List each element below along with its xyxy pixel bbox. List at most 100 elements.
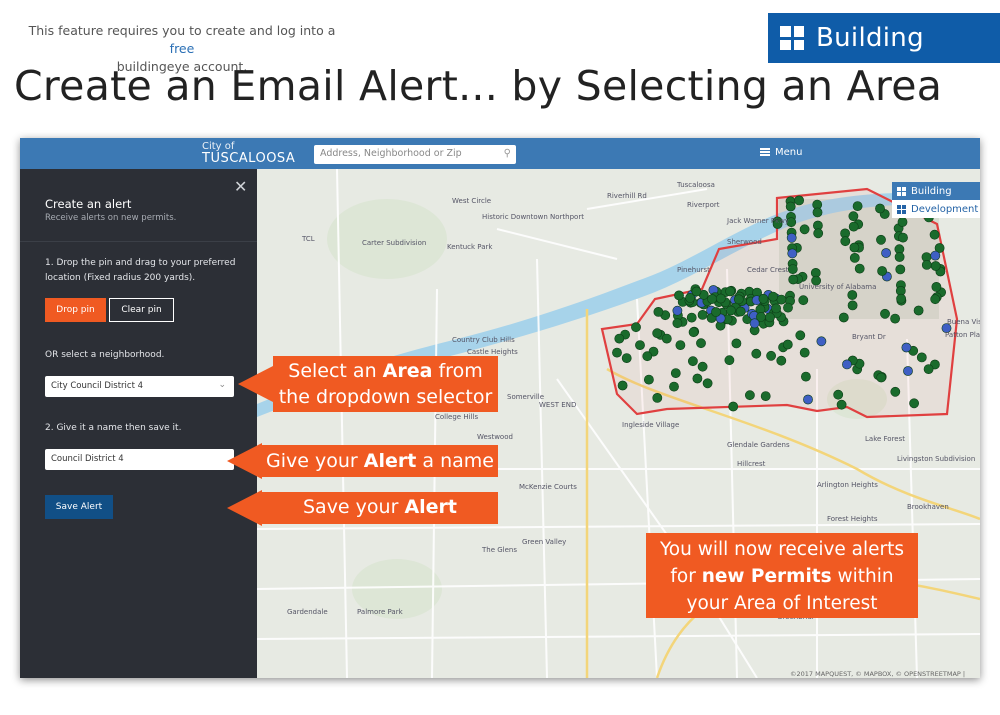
permit-marker[interactable] — [691, 286, 702, 297]
permit-marker[interactable] — [672, 305, 683, 316]
permit-marker[interactable] — [725, 305, 736, 316]
permit-marker[interactable] — [803, 394, 813, 405]
neighborhood-select[interactable]: City Council District 4 ⌄ — [45, 376, 234, 397]
permit-marker[interactable] — [768, 291, 778, 302]
free-link[interactable]: free — [170, 41, 195, 56]
permit-marker[interactable] — [686, 312, 697, 323]
permit-marker[interactable] — [838, 312, 849, 323]
permit-marker[interactable] — [687, 356, 698, 367]
permit-marker[interactable] — [881, 248, 891, 258]
permit-marker[interactable] — [840, 236, 851, 247]
permit-marker[interactable] — [765, 312, 775, 323]
permit-marker[interactable] — [896, 293, 906, 304]
permit-marker[interactable] — [801, 371, 811, 382]
save-alert-button[interactable]: Save Alert — [45, 495, 113, 519]
permit-marker[interactable] — [776, 294, 787, 305]
permit-marker[interactable] — [696, 338, 706, 349]
permit-marker[interactable] — [669, 381, 679, 392]
permit-marker[interactable] — [852, 201, 863, 211]
permit-marker[interactable] — [876, 234, 886, 245]
permit-marker[interactable] — [702, 378, 713, 389]
permit-marker[interactable] — [812, 207, 823, 218]
permit-marker[interactable] — [733, 294, 744, 305]
permit-marker[interactable] — [903, 366, 913, 376]
close-icon[interactable]: ✕ — [234, 177, 247, 196]
permit-marker[interactable] — [929, 229, 940, 240]
permit-marker[interactable] — [921, 260, 932, 270]
permit-marker[interactable] — [909, 398, 919, 409]
permit-marker[interactable] — [848, 221, 859, 232]
permit-marker[interactable] — [725, 286, 735, 297]
permit-marker[interactable] — [848, 211, 859, 222]
permit-marker[interactable] — [642, 351, 653, 362]
permit-marker[interactable] — [816, 336, 827, 347]
city-logo[interactable]: City of TUSCALOOSA — [202, 141, 295, 165]
permit-marker[interactable] — [849, 242, 860, 253]
permit-marker[interactable] — [923, 364, 934, 374]
permit-marker[interactable] — [930, 294, 941, 305]
permit-marker[interactable] — [617, 380, 628, 391]
permit-marker[interactable] — [724, 355, 735, 366]
permit-marker[interactable] — [847, 290, 858, 300]
permit-marker[interactable] — [782, 339, 793, 350]
permit-marker[interactable] — [771, 303, 781, 314]
permit-marker[interactable] — [744, 390, 755, 401]
permit-marker[interactable] — [916, 352, 927, 363]
permit-marker[interactable] — [788, 274, 799, 285]
permit-marker[interactable] — [901, 342, 912, 353]
permit-marker[interactable] — [847, 300, 858, 311]
permit-marker[interactable] — [930, 250, 941, 261]
menu-button[interactable]: Menu — [760, 147, 802, 158]
permit-marker[interactable] — [833, 389, 844, 400]
permit-marker[interactable] — [707, 294, 717, 304]
permit-marker[interactable] — [799, 224, 810, 235]
permit-marker[interactable] — [854, 263, 865, 274]
permit-marker[interactable] — [798, 295, 809, 306]
permit-marker[interactable] — [697, 309, 708, 320]
permit-marker[interactable] — [652, 392, 663, 403]
permit-marker[interactable] — [758, 293, 769, 304]
permit-marker[interactable] — [612, 347, 622, 358]
permit-marker[interactable] — [621, 353, 632, 363]
permit-marker[interactable] — [692, 373, 703, 384]
permit-marker[interactable] — [785, 201, 796, 212]
permit-marker[interactable] — [876, 372, 887, 383]
search-icon[interactable]: ⚲ — [504, 148, 511, 159]
permit-marker[interactable] — [766, 350, 776, 361]
permit-marker[interactable] — [890, 313, 900, 324]
permit-marker[interactable] — [661, 333, 672, 344]
permit-marker[interactable] — [877, 266, 887, 276]
permit-marker[interactable] — [895, 264, 906, 275]
permit-marker[interactable] — [728, 401, 739, 412]
permit-marker[interactable] — [898, 232, 908, 243]
permit-marker[interactable] — [653, 306, 664, 317]
clear-pin-button[interactable]: Clear pin — [109, 298, 174, 322]
permit-marker[interactable] — [842, 359, 852, 370]
permit-marker[interactable] — [715, 293, 726, 304]
permit-marker[interactable] — [787, 248, 798, 259]
permit-marker[interactable] — [776, 355, 787, 366]
permit-marker[interactable] — [875, 203, 885, 214]
permit-marker[interactable] — [697, 361, 708, 372]
permit-marker[interactable] — [913, 305, 924, 316]
permit-marker[interactable] — [786, 232, 797, 243]
permit-marker[interactable] — [688, 327, 699, 338]
permit-marker[interactable] — [849, 253, 860, 263]
permit-marker[interactable] — [670, 368, 681, 378]
layer-building[interactable]: Building — [892, 182, 980, 200]
permit-marker[interactable] — [652, 328, 663, 339]
permit-marker[interactable] — [930, 261, 941, 271]
permit-marker[interactable] — [894, 252, 905, 262]
permit-marker[interactable] — [735, 306, 746, 317]
permit-marker[interactable] — [631, 322, 641, 333]
permit-marker[interactable] — [731, 338, 742, 349]
permit-marker[interactable] — [756, 311, 766, 322]
permit-marker[interactable] — [787, 264, 798, 274]
permit-marker[interactable] — [880, 308, 890, 319]
permit-marker[interactable] — [635, 340, 645, 350]
permit-marker[interactable] — [897, 217, 908, 227]
address-search-input[interactable]: Address, Neighborhood or Zip ⚲ — [314, 145, 516, 164]
layer-development[interactable]: Development — [892, 200, 980, 218]
permit-marker[interactable] — [643, 374, 654, 385]
permit-marker[interactable] — [614, 333, 625, 344]
